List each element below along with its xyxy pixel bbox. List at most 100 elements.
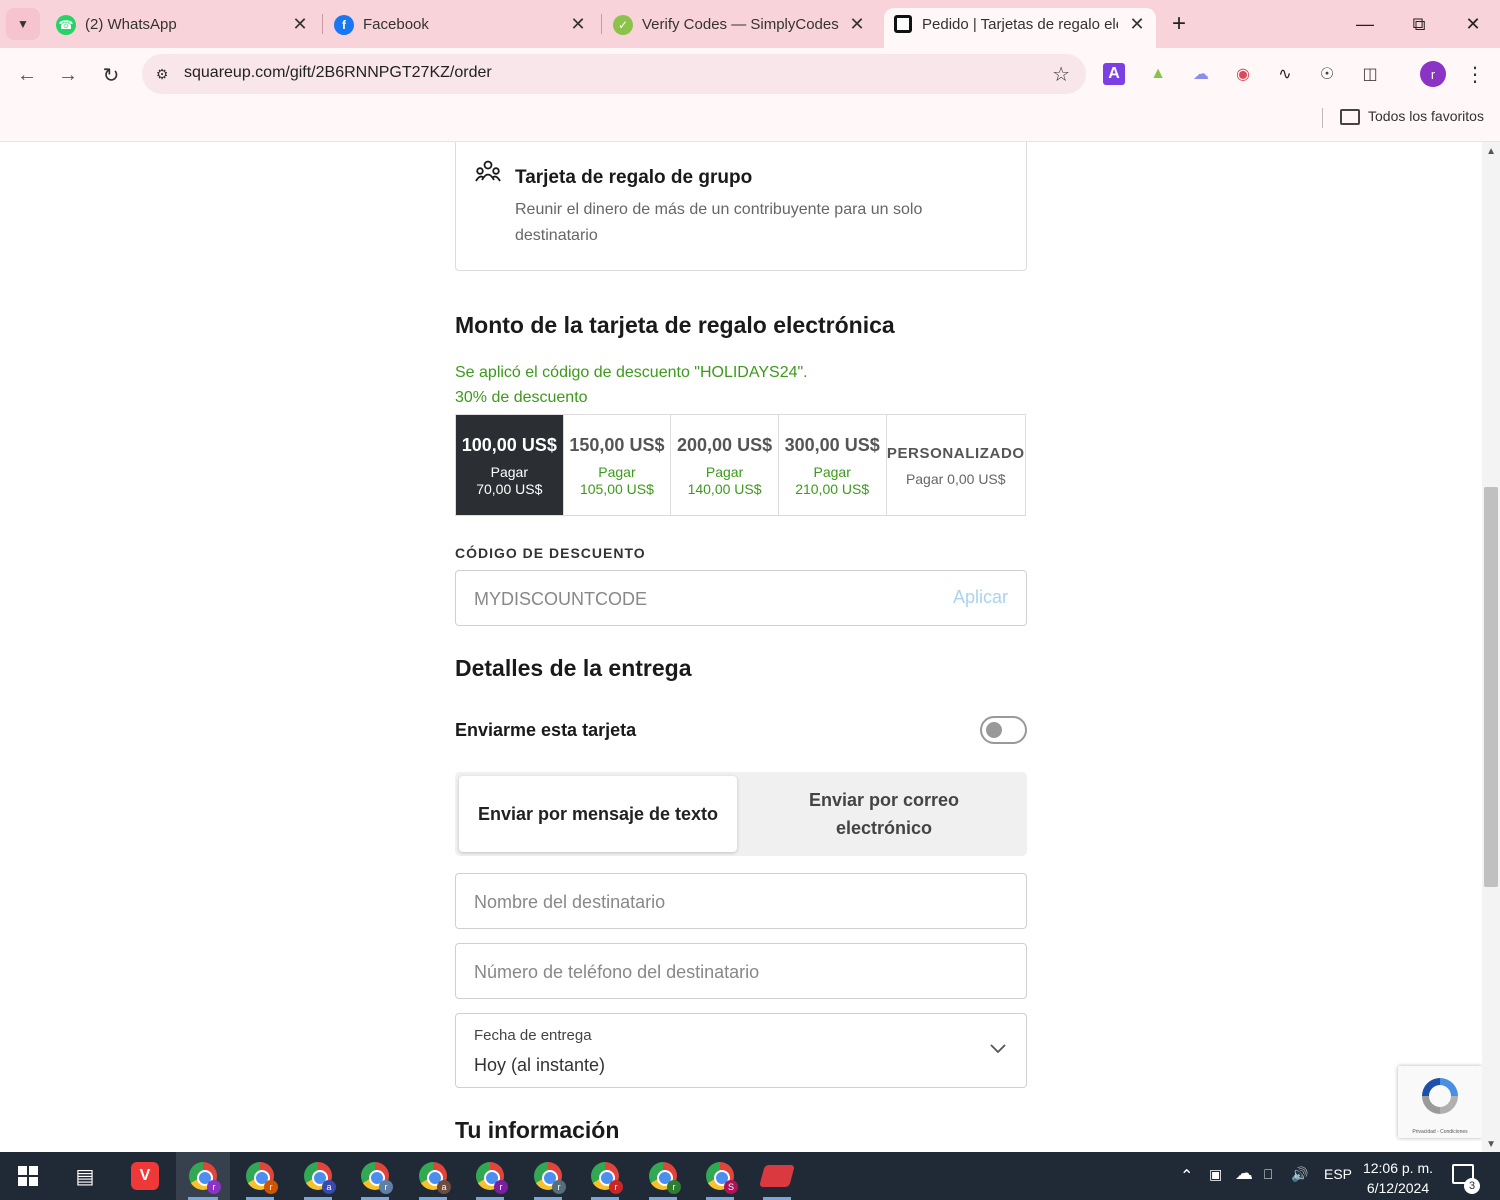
recipient-phone-field	[455, 943, 1027, 999]
chrome-window-button[interactable]: r	[589, 1160, 623, 1194]
extension-chart-icon[interactable]: ▲	[1145, 61, 1171, 87]
new-tab-button[interactable]: +	[1164, 10, 1194, 38]
restore-button[interactable]: ⧉	[1404, 10, 1434, 38]
recipient-name-field	[455, 873, 1027, 929]
square-icon	[894, 15, 912, 33]
clock-date: 6/12/2024	[1366, 1180, 1430, 1196]
amount-option-200[interactable]: 200,00 US$ Pagar 140,00 US$	[671, 415, 779, 515]
amount-value: 300,00 US$	[784, 435, 880, 455]
network-icon[interactable]: ⎕	[1264, 1166, 1272, 1183]
amount-pay-label: Pagar	[705, 464, 744, 480]
all-bookmarks-button[interactable]: Todos los favoritos	[1368, 108, 1484, 124]
chrome-profile-r-button[interactable]: r	[187, 1160, 221, 1194]
profile-badge-icon: a	[437, 1180, 451, 1194]
more-menu-icon[interactable]: ⋮	[1462, 61, 1488, 87]
profile-avatar[interactable]: r	[1420, 61, 1446, 87]
amount-option-custom[interactable]: PERSONALIZADO Pagar 0,00 US$	[887, 415, 1026, 515]
system-clock[interactable]: 12:06 p. m. 6/12/2024	[1358, 1158, 1438, 1198]
volume-icon[interactable]: 🔊	[1291, 1166, 1308, 1183]
recipient-phone-input[interactable]	[474, 958, 914, 986]
plus-icon: +	[1171, 10, 1186, 37]
chrome-window-button[interactable]: a	[302, 1160, 336, 1194]
expressvpn-taskbar-button[interactable]	[759, 1160, 795, 1192]
reload-button[interactable]: ↻	[96, 60, 126, 90]
tab-simplycodes[interactable]: ✓ Verify Codes — SimplyCodes ✕	[557, 8, 877, 48]
vivaldi-taskbar-button[interactable]: V	[129, 1160, 161, 1192]
delivery-date-select[interactable]: Fecha de entrega Hoy (al instante)	[455, 1013, 1027, 1088]
amount-option-100[interactable]: 100,00 US$ Pagar 70,00 US$	[456, 415, 564, 515]
send-to-me-toggle[interactable]	[980, 716, 1027, 744]
minimize-button[interactable]: —	[1350, 10, 1380, 38]
close-window-button[interactable]: ✕	[1458, 10, 1488, 38]
amount-value: 150,00 US$	[569, 435, 665, 455]
discount-code-input[interactable]	[474, 585, 914, 613]
close-icon[interactable]: ✕	[1125, 12, 1149, 36]
extensions-puzzle-icon[interactable]: ◫	[1357, 61, 1383, 87]
profile-badge-icon: r	[667, 1180, 681, 1194]
page-scrollbar[interactable]: ▲ ▼	[1482, 142, 1500, 1152]
tab-facebook[interactable]: f Facebook ✕	[278, 8, 598, 48]
chrome-window-button[interactable]: S	[704, 1160, 738, 1194]
notification-count-badge: 3	[1464, 1178, 1480, 1194]
extension-a-icon[interactable]: A	[1103, 63, 1125, 85]
back-button[interactable]: ←	[12, 60, 42, 90]
bookmarks-separator	[1322, 108, 1323, 128]
tab-whatsapp[interactable]: ☎ (2) WhatsApp ✕	[0, 8, 320, 48]
scroll-down-arrow-icon[interactable]: ▼	[1486, 1139, 1496, 1150]
apply-discount-button[interactable]: Aplicar	[953, 587, 1008, 608]
extension-ball-icon[interactable]: ◉	[1230, 61, 1256, 87]
amount-option-150[interactable]: 150,00 US$ Pagar 105,00 US$	[564, 415, 672, 515]
amount-section-title: Monto de la tarjeta de regalo electrónic…	[455, 312, 895, 338]
extension-cloud-icon[interactable]: ☁	[1188, 61, 1214, 87]
chrome-window-button[interactable]: r	[532, 1160, 566, 1194]
extension-wave-icon[interactable]: ∿	[1272, 61, 1298, 87]
amount-pay-label: Pagar	[598, 464, 636, 480]
close-icon[interactable]: ✕	[845, 12, 869, 36]
tab-square-order[interactable]: Pedido | Tarjetas de regalo elect ✕	[884, 8, 1156, 48]
input-language[interactable]: ESP	[1324, 1166, 1352, 1182]
tab-strip: ▼ ☎ (2) WhatsApp ✕ f Facebook ✕ ✓ Verify…	[0, 0, 1500, 48]
group-card-description: Reunir el dinero de más de un contribuye…	[515, 201, 923, 244]
extension-shield-icon[interactable]: ☉	[1314, 61, 1340, 87]
scrollbar-thumb[interactable]	[1484, 487, 1498, 887]
arrow-left-icon: ←	[17, 63, 37, 86]
delivery-date-label: Fecha de entrega	[474, 1027, 592, 1044]
group-gift-card-option[interactable]: Tarjeta de regalo de grupo Reunir el din…	[455, 142, 1027, 271]
send-by-text-button[interactable]: Enviar por mensaje de texto	[459, 776, 737, 852]
chevron-up-icon[interactable]: ⌃	[1180, 1166, 1193, 1186]
vpn-icon	[759, 1165, 795, 1187]
send-by-email-label: Enviar por correo electrónico	[808, 790, 960, 838]
chrome-window-button[interactable]: r	[474, 1160, 508, 1194]
send-by-email-button[interactable]: Enviar por correo electrónico	[745, 776, 1023, 852]
chrome-window-button[interactable]: r	[647, 1160, 681, 1194]
bookmark-star-icon[interactable]: ☆	[1052, 62, 1070, 87]
amount-option-300[interactable]: 300,00 US$ Pagar 210,00 US$	[779, 415, 887, 515]
facebook-icon: f	[334, 15, 354, 35]
recaptcha-badge[interactable]: Privacidad - Condiciones	[1398, 1066, 1482, 1138]
amount-options: 100,00 US$ Pagar 70,00 US$ 150,00 US$ Pa…	[455, 414, 1026, 516]
task-view-button[interactable]: ▤	[69, 1160, 101, 1192]
tab-title: (2) WhatsApp	[85, 16, 177, 33]
meet-now-icon[interactable]: ▣	[1209, 1166, 1222, 1183]
simplycodes-icon: ✓	[613, 15, 633, 35]
onedrive-cloud-icon[interactable]: ☁	[1235, 1163, 1253, 1184]
chrome-window-button[interactable]: r	[359, 1160, 393, 1194]
profile-badge-icon: r	[379, 1180, 393, 1194]
recipient-name-input[interactable]	[474, 888, 914, 916]
discount-applied-message: Se aplicó el código de descuento "HOLIDA…	[455, 360, 808, 410]
recaptcha-footer[interactable]: Privacidad - Condiciones	[1398, 1129, 1482, 1135]
profile-badge-icon: S	[724, 1180, 738, 1194]
site-settings-icon[interactable]: ⚙	[152, 64, 172, 84]
chrome-window-button[interactable]: a	[417, 1160, 451, 1194]
chrome-window-button[interactable]: r	[244, 1160, 278, 1194]
discount-code-field: Aplicar	[455, 570, 1027, 626]
url-text[interactable]: squareup.com/gift/2B6RNNPGT27KZ/order	[184, 64, 492, 82]
task-view-icon: ▤	[75, 1165, 95, 1188]
address-bar[interactable]: ⚙ squareup.com/gift/2B6RNNPGT27KZ/order …	[142, 54, 1086, 94]
start-button[interactable]	[12, 1160, 44, 1192]
group-card-title: Tarjeta de regalo de grupo	[515, 167, 753, 188]
discount-code-applied-text: Se aplicó el código de descuento "HOLIDA…	[455, 364, 808, 381]
scroll-up-arrow-icon[interactable]: ▲	[1486, 146, 1496, 157]
forward-button[interactable]: →	[53, 60, 83, 90]
minimize-icon: —	[1356, 13, 1374, 34]
